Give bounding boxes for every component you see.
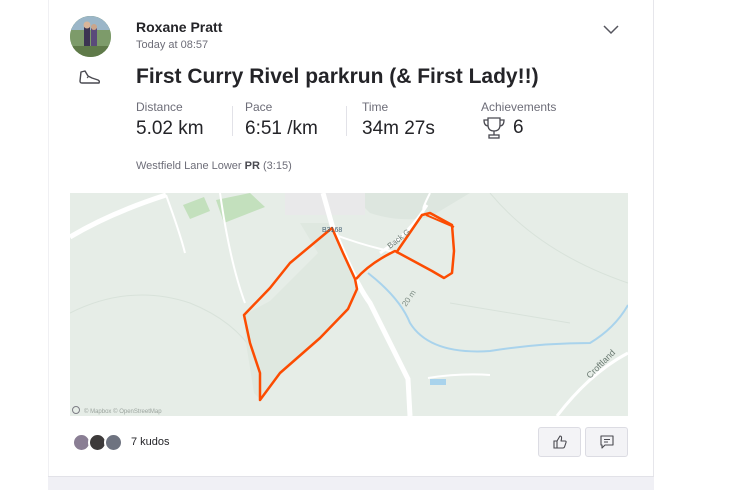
stat-time: Time 34m 27s [362, 100, 435, 140]
comment-icon [599, 435, 614, 449]
stat-value: 6:51 /km [245, 118, 318, 139]
kudos-avatar [104, 433, 123, 452]
kudos-count[interactable]: 7 kudos [131, 436, 170, 448]
trophy-icon [481, 116, 507, 140]
segment-time: (3:15) [263, 160, 292, 172]
stat-distance: Distance 5.02 km [136, 100, 204, 140]
pr-badge: PR [244, 160, 260, 172]
road-label-b3168: B3168 [322, 227, 342, 234]
thumbs-up-icon [552, 435, 567, 449]
stat-divider [232, 106, 233, 136]
route-map[interactable]: B3168 Back G Croftland 20 m © Mapbox © O… [70, 193, 628, 416]
running-shoe-icon [78, 68, 102, 88]
chevron-down-icon[interactable] [602, 22, 620, 36]
stat-label: Time [362, 100, 389, 114]
activity-title[interactable]: First Curry Rivel parkrun (& First Lady!… [136, 65, 539, 89]
athlete-avatar[interactable] [70, 16, 111, 57]
stat-label: Achievements [481, 100, 557, 114]
give-kudos-button[interactable] [538, 427, 581, 457]
achievement-count: 6 [513, 117, 524, 138]
next-card-edge [48, 476, 654, 490]
activity-timestamp: Today at 08:57 [136, 39, 209, 51]
stat-label: Distance [136, 100, 183, 114]
athlete-name[interactable]: Roxane Pratt [136, 19, 222, 35]
map-attribution: © Mapbox © OpenStreetMap [84, 408, 162, 415]
stat-value: 34m 27s [362, 118, 435, 139]
stat-divider [346, 106, 347, 136]
stat-label: Pace [245, 100, 273, 114]
segment-highlight[interactable]: Westfield Lane Lower PR (3:15) [136, 160, 292, 172]
comment-button[interactable] [585, 427, 628, 457]
segment-name: Westfield Lane Lower [136, 160, 242, 172]
stat-value: 5.02 km [136, 118, 204, 139]
kudos-avatars[interactable] [72, 433, 132, 453]
stat-pace: Pace 6:51 /km [245, 100, 318, 140]
stat-achievements[interactable]: Achievements 6 [481, 100, 556, 140]
